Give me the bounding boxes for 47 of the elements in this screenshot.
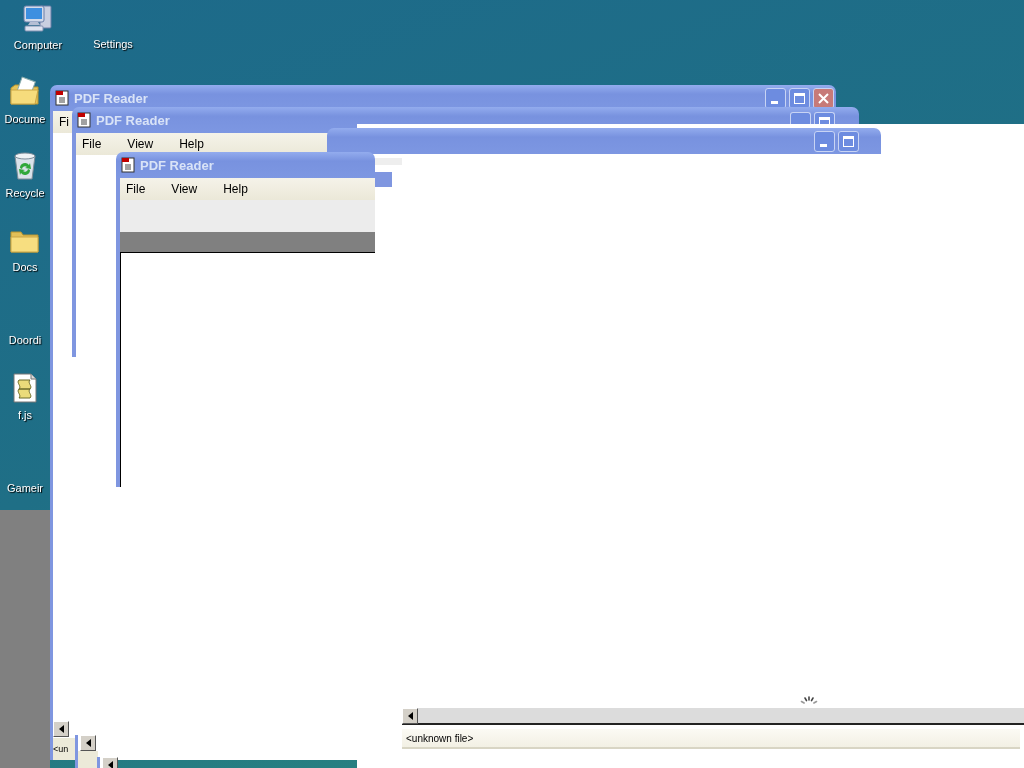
maximize-icon [794,92,805,104]
menu-item[interactable]: View [121,137,160,151]
arrow-left-icon [407,712,413,720]
close-button[interactable] [813,87,834,109]
minimize-button[interactable] [814,130,835,152]
menu-item[interactable]: File [76,137,108,151]
status-text: <unknown file> [402,729,1020,749]
document-icon [121,157,135,173]
menu-item[interactable]: Fi [53,115,75,129]
maximize-button[interactable] [789,87,810,109]
maximize-icon [819,117,830,124]
document-icon [55,90,69,106]
menu-item[interactable]: View [165,182,204,196]
scroll-left-button[interactable] [80,735,96,751]
desktop-icon-label[interactable]: Gameir [6,482,44,494]
minimize-icon [771,100,778,104]
desktop-icon-label[interactable]: Recycle [5,187,45,199]
menu-item[interactable]: Help [217,182,254,196]
desktop-icon-label[interactable]: Docs [12,261,38,273]
arrow-left-icon [58,725,64,733]
desktop-icon-label[interactable]: Docume [4,113,46,125]
desktop-icon-label[interactable]: Computer [13,39,63,51]
close-icon [818,92,829,104]
scrollbar[interactable] [402,708,1024,725]
maximize-button[interactable] [838,130,859,152]
scroll-left-button[interactable] [53,721,69,737]
minimize-icon [820,143,827,147]
menu-item[interactable]: File [120,182,152,196]
computer-icon [22,2,54,34]
folder-icon [9,76,41,108]
window-title: PDF Reader [140,157,214,173]
window-title: PDF Reader [74,90,148,106]
menu-item[interactable]: Help [173,137,210,151]
maximize-button[interactable] [814,112,835,124]
window-title: PDF Reader [96,112,170,128]
maximize-icon [843,135,854,147]
desktop-icon-label[interactable]: Settings [93,38,133,50]
arrow-left-icon [85,739,91,747]
status-text: <un [53,738,75,760]
document-icon [77,112,91,128]
arrow-left-icon [107,761,113,768]
scroll-left-button[interactable] [402,708,418,724]
window-fragment [372,158,402,165]
desktop-icon-label[interactable]: Doordi [8,334,42,346]
minimize-button[interactable] [790,112,811,124]
desktop-icon-label[interactable]: f.js [17,409,33,421]
minimize-button[interactable] [765,87,786,109]
